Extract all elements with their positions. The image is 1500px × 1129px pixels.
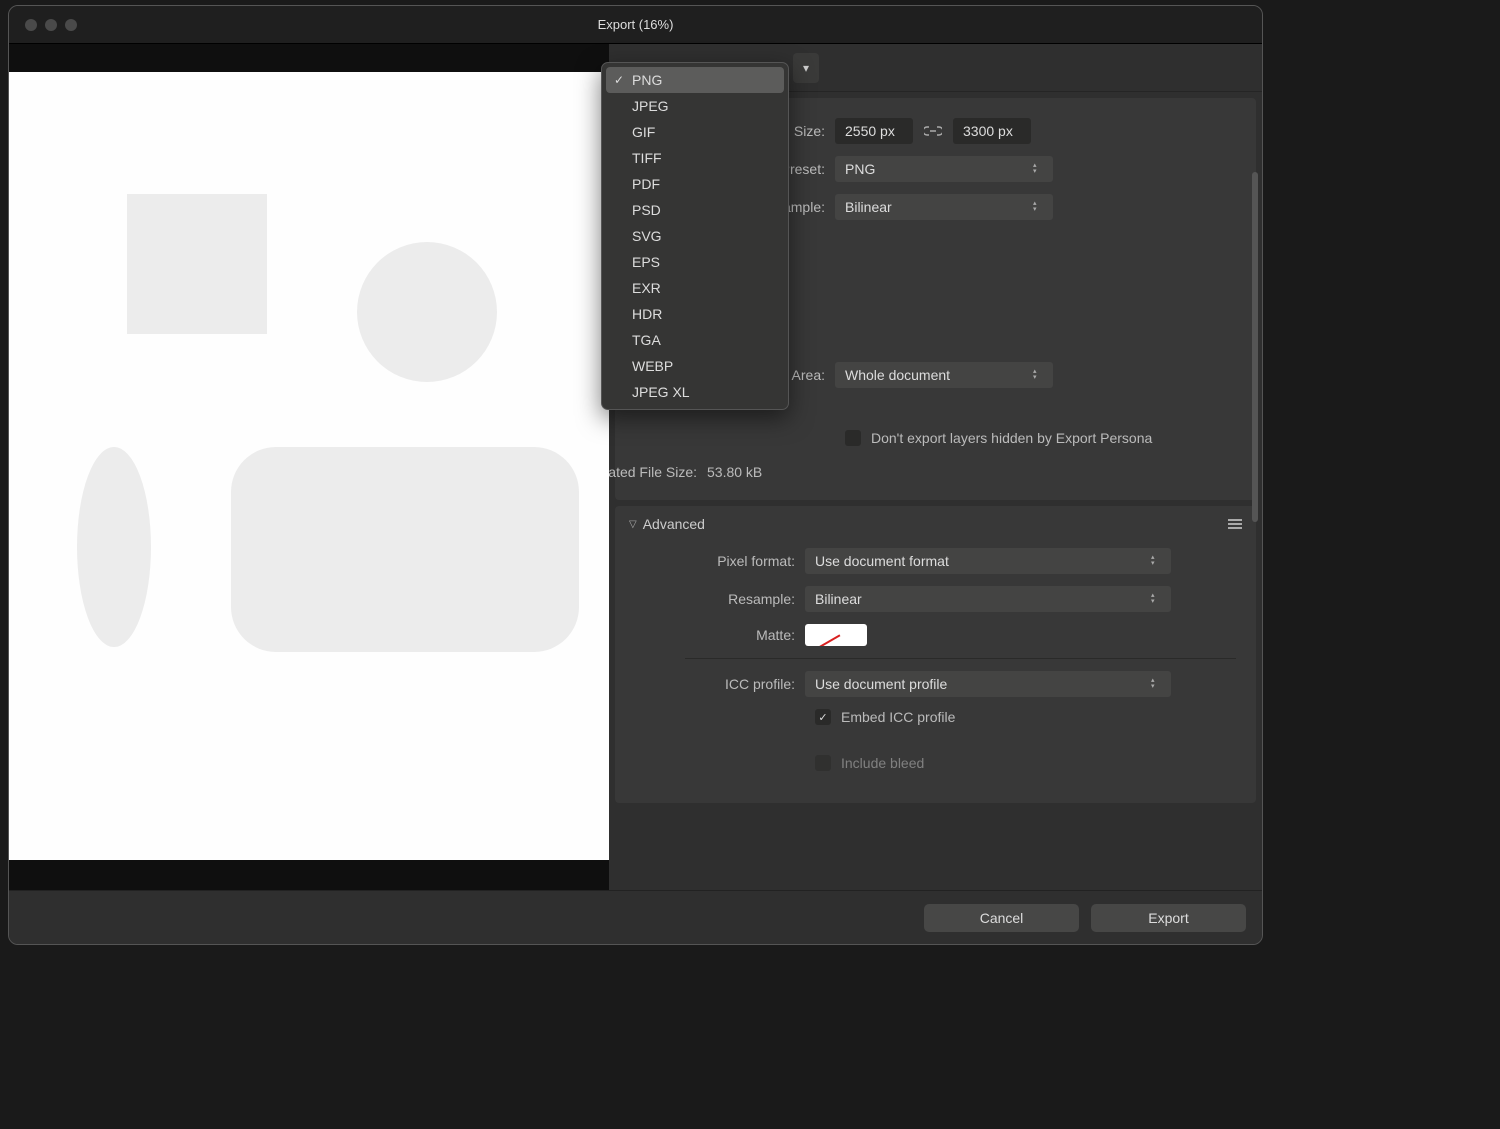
resample-select[interactable]: Bilinear ▴▾ bbox=[835, 194, 1053, 220]
hidden-layers-checkbox[interactable] bbox=[845, 430, 861, 446]
dropdown-item-gif[interactable]: GIF bbox=[606, 119, 784, 145]
dropdown-item-label: JPEG bbox=[632, 98, 669, 114]
dropdown-item-label: PDF bbox=[632, 176, 660, 192]
width-input[interactable] bbox=[835, 118, 913, 144]
link-dimensions-icon[interactable] bbox=[923, 124, 943, 138]
dropdown-item-eps[interactable]: EPS bbox=[606, 249, 784, 275]
scrollbar[interactable] bbox=[1252, 172, 1258, 522]
adv-resample-value: Bilinear bbox=[815, 591, 862, 607]
dropdown-item-label: EXR bbox=[632, 280, 661, 296]
include-bleed-row: Include bleed bbox=[815, 755, 1236, 771]
dropdown-item-label: JPEG XL bbox=[632, 384, 690, 400]
preview-shape-roundrect bbox=[231, 447, 579, 652]
dropdown-item-label: PNG bbox=[632, 72, 662, 88]
pixel-format-select[interactable]: Use document format ▴▾ bbox=[805, 548, 1171, 574]
divider bbox=[685, 658, 1236, 659]
include-bleed-checkbox[interactable] bbox=[815, 755, 831, 771]
dropdown-item-jpeg-xl[interactable]: JPEG XL bbox=[606, 379, 784, 405]
adv-resample-label: Resample: bbox=[635, 591, 795, 607]
dropdown-item-label: SVG bbox=[632, 228, 662, 244]
preview-shape-ellipse bbox=[77, 447, 151, 647]
filesize-label: Estimated File Size: bbox=[609, 464, 697, 480]
dropdown-item-webp[interactable]: WEBP bbox=[606, 353, 784, 379]
maximize-window-icon[interactable] bbox=[65, 19, 77, 31]
preset-select[interactable]: PNG ▴▾ bbox=[835, 156, 1053, 182]
preview-shape-square bbox=[127, 194, 267, 334]
chevron-down-icon: ▾ bbox=[803, 61, 809, 75]
dropdown-item-hdr[interactable]: HDR bbox=[606, 301, 784, 327]
dropdown-item-jpeg[interactable]: JPEG bbox=[606, 93, 784, 119]
pixel-format-value: Use document format bbox=[815, 553, 949, 569]
include-bleed-label: Include bleed bbox=[841, 755, 924, 771]
close-window-icon[interactable] bbox=[25, 19, 37, 31]
format-tab-button[interactable]: ▾ bbox=[793, 53, 819, 83]
icc-select[interactable]: Use document profile ▴▾ bbox=[805, 671, 1171, 697]
window-title: Export (16%) bbox=[598, 17, 674, 32]
dropdown-item-psd[interactable]: PSD bbox=[606, 197, 784, 223]
icc-value: Use document profile bbox=[815, 676, 947, 692]
dropdown-item-label: TIFF bbox=[632, 150, 662, 166]
pixel-format-row: Pixel format: Use document format ▴▾ bbox=[635, 548, 1236, 574]
preview-shape-circle bbox=[357, 242, 497, 382]
stepper-icon: ▴▾ bbox=[1151, 592, 1161, 606]
preset-value: PNG bbox=[845, 161, 875, 177]
preview-top-margin bbox=[9, 44, 609, 72]
dropdown-item-label: TGA bbox=[632, 332, 661, 348]
stepper-icon: ▴▾ bbox=[1151, 677, 1161, 691]
matte-swatch[interactable] bbox=[805, 624, 867, 646]
icc-label: ICC profile: bbox=[635, 676, 795, 692]
minimize-window-icon[interactable] bbox=[45, 19, 57, 31]
matte-row: Matte: bbox=[635, 624, 1236, 646]
dialog-footer: Cancel Export bbox=[9, 890, 1262, 944]
stepper-icon: ▴▾ bbox=[1151, 554, 1161, 568]
preview-canvas bbox=[9, 72, 609, 860]
dropdown-item-label: EPS bbox=[632, 254, 660, 270]
adv-resample-row: Resample: Bilinear ▴▾ bbox=[635, 586, 1236, 612]
dropdown-item-exr[interactable]: EXR bbox=[606, 275, 784, 301]
embed-icc-label: Embed ICC profile bbox=[841, 709, 955, 725]
dropdown-item-label: HDR bbox=[632, 306, 662, 322]
advanced-header[interactable]: ▽ Advanced bbox=[615, 506, 1256, 542]
hidden-layers-row: Don't export layers hidden by Export Per… bbox=[845, 430, 1236, 446]
dropdown-item-tiff[interactable]: TIFF bbox=[606, 145, 784, 171]
advanced-title: Advanced bbox=[643, 516, 705, 532]
cancel-button[interactable]: Cancel bbox=[924, 904, 1079, 932]
dropdown-item-svg[interactable]: SVG bbox=[606, 223, 784, 249]
dropdown-item-label: PSD bbox=[632, 202, 661, 218]
pixel-format-label: Pixel format: bbox=[635, 553, 795, 569]
chevron-down-icon: ▽ bbox=[629, 519, 637, 530]
embed-icc-row: ✓ Embed ICC profile bbox=[815, 709, 1236, 725]
window-controls bbox=[9, 19, 77, 31]
embed-icc-checkbox[interactable]: ✓ bbox=[815, 709, 831, 725]
filesize-row: Estimated File Size: 53.80 kB bbox=[635, 464, 1236, 480]
dropdown-item-pdf[interactable]: PDF bbox=[606, 171, 784, 197]
dropdown-item-tga[interactable]: TGA bbox=[606, 327, 784, 353]
preview-panel bbox=[9, 44, 609, 890]
area-select[interactable]: Whole document ▴▾ bbox=[835, 362, 1053, 388]
resample-value: Bilinear bbox=[845, 199, 892, 215]
filesize-value: 53.80 kB bbox=[707, 464, 762, 480]
advanced-section: ▽ Advanced Pixel format: Use document fo… bbox=[615, 506, 1256, 803]
dropdown-item-label: GIF bbox=[632, 124, 655, 140]
area-value: Whole document bbox=[845, 367, 950, 383]
matte-label: Matte: bbox=[635, 627, 795, 643]
hidden-layers-label: Don't export layers hidden by Export Per… bbox=[871, 430, 1152, 446]
titlebar: Export (16%) bbox=[9, 6, 1262, 44]
hamburger-icon[interactable] bbox=[1228, 519, 1242, 529]
height-input[interactable] bbox=[953, 118, 1031, 144]
stepper-icon: ▴▾ bbox=[1033, 368, 1043, 382]
preview-bottom-margin bbox=[9, 860, 609, 890]
icc-row: ICC profile: Use document profile ▴▾ bbox=[635, 671, 1236, 697]
dropdown-item-png[interactable]: ✓ PNG bbox=[606, 67, 784, 93]
stepper-icon: ▴▾ bbox=[1033, 162, 1043, 176]
check-icon: ✓ bbox=[614, 73, 624, 87]
stepper-icon: ▴▾ bbox=[1033, 200, 1043, 214]
format-dropdown[interactable]: ✓ PNG JPEG GIF TIFF PDF PSD SVG EPS EXR HDR TGA WEBP… bbox=[601, 62, 789, 410]
dropdown-item-label: WEBP bbox=[632, 358, 673, 374]
export-button[interactable]: Export bbox=[1091, 904, 1246, 932]
adv-resample-select[interactable]: Bilinear ▴▾ bbox=[805, 586, 1171, 612]
